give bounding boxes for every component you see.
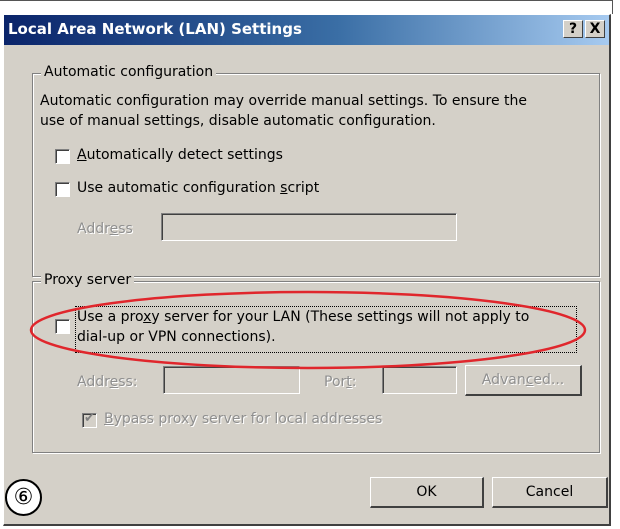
bypass-local-checkbox: ✔	[82, 411, 97, 428]
highlight-ellipse-stroke	[29, 290, 587, 370]
cancel-button[interactable]: Cancel	[492, 477, 608, 508]
highlight-ellipse	[29, 290, 587, 370]
auto-detect-checkbox[interactable]	[55, 149, 70, 164]
auto-config-description: Automatic configuration may override man…	[40, 93, 528, 109]
help-button[interactable]: ?	[563, 20, 583, 38]
auto-config-script-checkbox[interactable]	[55, 182, 70, 197]
auto-config-description: use of manual settings, disable automati…	[40, 113, 436, 129]
frame-line	[612, 0, 613, 14]
title-bar: Local Area Network (LAN) Settings ? X	[4, 15, 609, 45]
lan-settings-dialog: Local Area Network (LAN) Settings ? X Au…	[3, 14, 611, 526]
proxy-address-label: Address:	[77, 374, 138, 390]
step-number-badge: ⑥	[5, 479, 42, 516]
close-button[interactable]: X	[585, 20, 605, 38]
auto-address-field	[161, 213, 457, 241]
bypass-local-label: Bypass proxy server for local addresses	[104, 411, 383, 427]
checkmark-icon: ✔	[84, 411, 95, 426]
group-legend: Proxy server	[41, 272, 135, 288]
proxy-port-label: Port:	[324, 374, 357, 390]
auto-address-label: Address	[77, 221, 133, 237]
auto-detect-label[interactable]: Automatically detect settings	[77, 147, 283, 163]
frame-line	[0, 0, 613, 1]
window-title: Local Area Network (LAN) Settings	[8, 20, 302, 38]
group-legend: Automatic configuration	[41, 64, 217, 80]
ok-button[interactable]: OK	[370, 477, 484, 508]
auto-config-script-label[interactable]: Use automatic configuration script	[77, 180, 319, 196]
